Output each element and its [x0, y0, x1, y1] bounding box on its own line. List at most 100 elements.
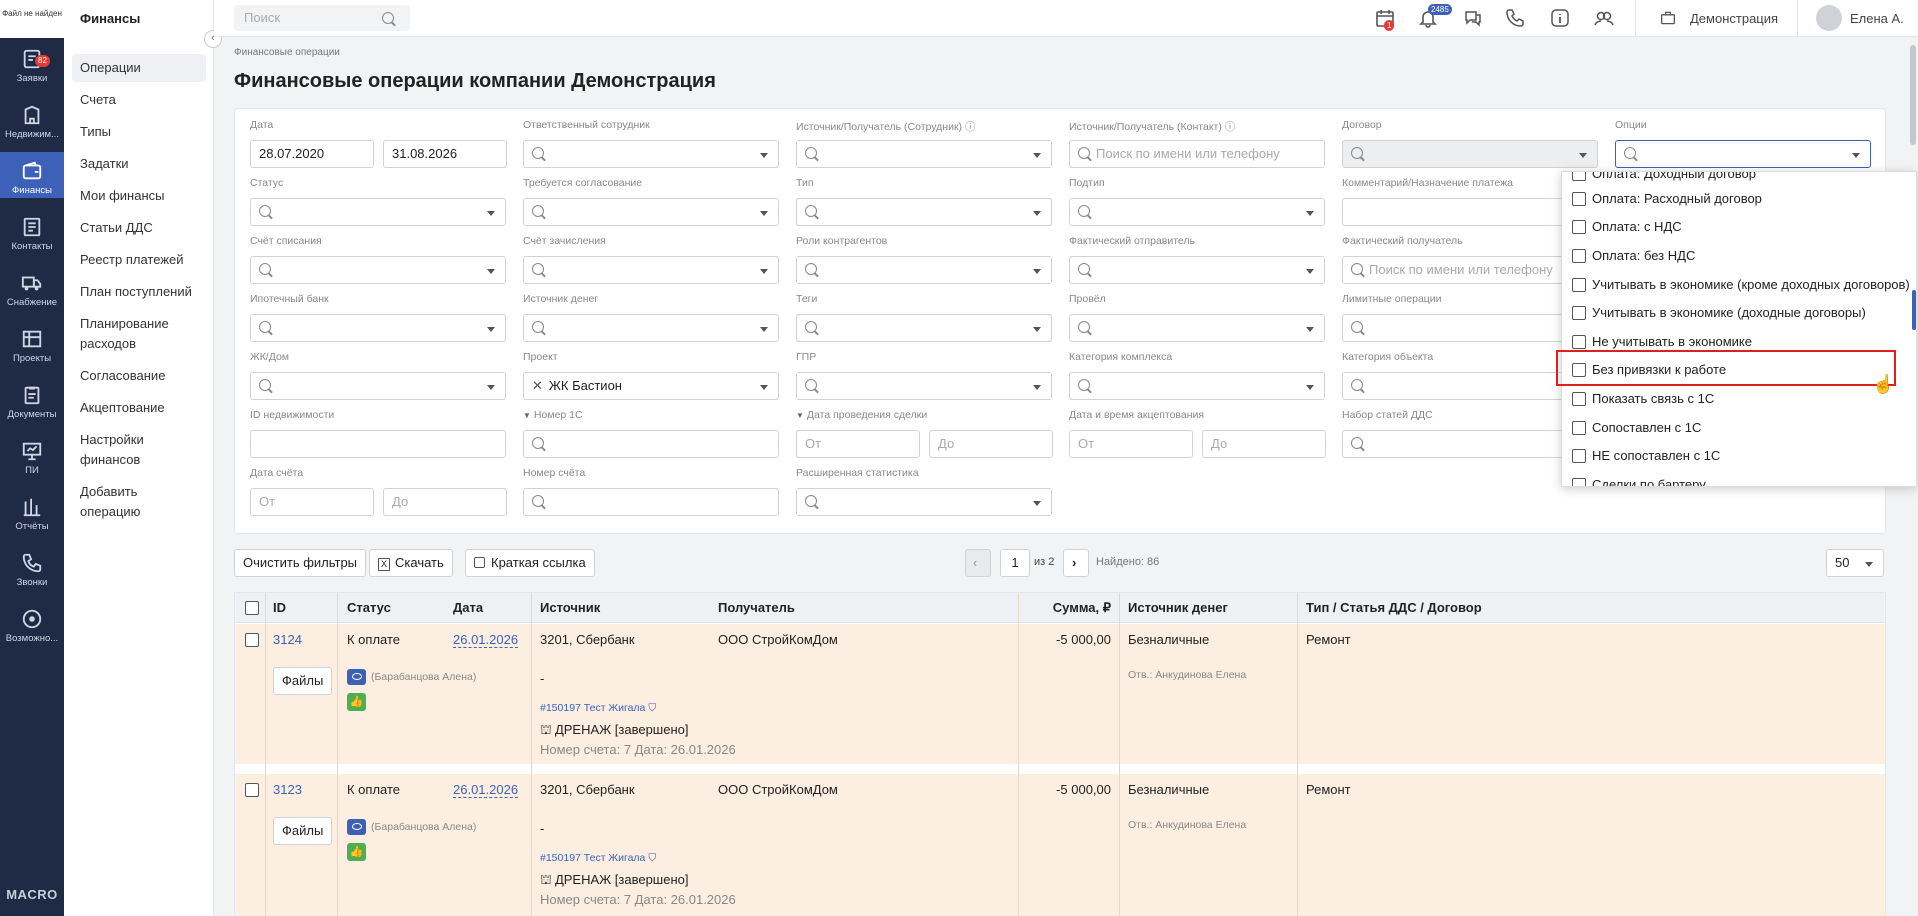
eye-icon[interactable] — [347, 669, 366, 685]
invoice-date-to[interactable]: До — [383, 488, 507, 516]
option-checkbox[interactable] — [1572, 249, 1586, 263]
filter-label[interactable]: ▼ Номер 1С — [523, 409, 583, 421]
actual-sender-select[interactable] — [1069, 256, 1325, 284]
files-button[interactable]: Файлы — [273, 817, 333, 845]
select-all-checkbox[interactable] — [245, 601, 259, 615]
extended-stats-select[interactable] — [796, 488, 1052, 516]
option-show-1c-link[interactable]: Показать связь с 1С — [1562, 385, 1916, 413]
approval-select[interactable] — [523, 198, 779, 226]
project-select[interactable]: ✕ ЖК Бастион — [523, 372, 779, 400]
page-size-select[interactable]: 50 — [1826, 549, 1884, 577]
gpr-select[interactable] — [796, 372, 1052, 400]
nav-finance[interactable]: Финансы — [0, 152, 64, 198]
deal-date-to[interactable]: До — [929, 430, 1053, 458]
invoice-number-input[interactable] — [523, 488, 779, 516]
company-switcher[interactable]: Демонстрация — [1690, 11, 1778, 26]
sidebar-item-finance-settings[interactable]: Настройки финансов — [72, 426, 206, 474]
option-checkbox[interactable] — [1572, 335, 1586, 349]
clear-icon[interactable]: ✕ — [532, 378, 543, 393]
money-source-select[interactable] — [523, 314, 779, 342]
nav-documents[interactable]: Документы — [0, 376, 64, 430]
date-link[interactable]: 26.01.2026 — [453, 782, 519, 798]
responsible-select[interactable] — [523, 140, 779, 168]
actual-receiver-input[interactable]: Поиск по имени или телефону — [1342, 256, 1598, 284]
option-checkbox[interactable] — [1572, 421, 1586, 435]
date-link[interactable]: 26.01.2026 — [453, 632, 519, 648]
info-icon[interactable] — [1550, 8, 1570, 28]
column-header-id[interactable]: ID — [273, 593, 286, 623]
download-button[interactable]: X Скачать — [369, 549, 453, 577]
option-barter[interactable]: Сделки по бартеру — [1562, 471, 1916, 486]
option-checkbox[interactable] — [1572, 392, 1586, 406]
option-with-vat[interactable]: Оплата: с НДС — [1562, 213, 1916, 241]
operation-id-link[interactable]: 3124 — [273, 632, 302, 647]
sidebar-item-payment-registry[interactable]: Реестр платежей — [72, 246, 206, 274]
column-header-recipient[interactable]: Получатель — [718, 593, 795, 623]
column-header-status[interactable]: Статус — [347, 593, 391, 623]
thumbs-up-icon[interactable]: 👍 — [347, 843, 366, 861]
page-input[interactable]: 1 — [1000, 549, 1030, 577]
posted-by-select[interactable] — [1069, 314, 1325, 342]
sidebar-item-operations[interactable]: Операции — [72, 54, 206, 82]
subtype-select[interactable] — [1069, 198, 1325, 226]
option-checkbox[interactable] — [1572, 220, 1586, 234]
date-to-field[interactable]: 31.08.2026 — [383, 140, 507, 168]
nav-projects[interactable]: Проекты — [0, 320, 64, 374]
work-link[interactable]: #150197 Тест Жигала ⛉ — [540, 702, 656, 715]
sidebar-item-expense-planning[interactable]: Планирование расходов — [72, 310, 206, 358]
accept-date-from[interactable]: От — [1069, 430, 1193, 458]
sidebar-item-approval[interactable]: Согласование — [72, 362, 206, 390]
option-expense-contract[interactable]: Оплата: Расходный договор — [1562, 185, 1916, 213]
row-checkbox[interactable] — [245, 783, 259, 797]
date-from-field[interactable]: 28.07.2020 — [250, 140, 374, 168]
complex-select[interactable] — [250, 372, 506, 400]
prev-page-button[interactable]: ‹ — [965, 549, 991, 577]
column-header-source[interactable]: Источник — [540, 593, 600, 623]
filter-label[interactable]: ▼ Дата проведения сделки — [796, 409, 927, 421]
option-checkbox[interactable] — [1572, 172, 1586, 181]
sidebar-item-add-operation[interactable]: Добавить операцию — [72, 478, 206, 526]
nav-realty[interactable]: Недвижим... — [0, 96, 64, 150]
breadcrumb[interactable]: Финансовые операции — [234, 47, 340, 58]
thumbs-up-icon[interactable]: 👍 — [347, 693, 366, 711]
page-scrollbar[interactable] — [1910, 45, 1916, 145]
invoice-date-from[interactable]: От — [250, 488, 374, 516]
sidebar-item-types[interactable]: Типы — [72, 118, 206, 146]
files-button[interactable]: Файлы — [273, 667, 333, 695]
complex-category-select[interactable] — [1069, 372, 1325, 400]
clear-filters-button[interactable]: Очистить фильтры — [234, 549, 367, 577]
deal-date-from[interactable]: От — [796, 430, 920, 458]
counterparty-roles-select[interactable] — [796, 256, 1052, 284]
nav-calls[interactable]: Звонки — [0, 544, 64, 598]
dropdown-scrollbar[interactable] — [1912, 290, 1916, 330]
nav-pi[interactable]: ПИ — [0, 432, 64, 486]
nav-contacts[interactable]: Контакты — [0, 208, 64, 262]
dds-set-select[interactable] — [1342, 430, 1598, 458]
source-employee-select[interactable] — [796, 140, 1052, 168]
number-1c-input[interactable] — [523, 430, 779, 458]
status-select[interactable] — [250, 198, 506, 226]
sidebar-item-dds[interactable]: Статьи ДДС — [72, 214, 206, 242]
limit-ops-select[interactable] — [1342, 314, 1598, 342]
option-economy-except-income[interactable]: Учитывать в экономике (кроме доходных до… — [1562, 271, 1916, 299]
sidebar-item-accounts[interactable]: Счета — [72, 86, 206, 114]
global-search-input[interactable]: Поиск — [234, 5, 410, 31]
operation-id-link[interactable]: 3123 — [273, 782, 302, 797]
short-link-button[interactable]: Краткая ссылка — [465, 549, 595, 577]
sidebar-item-acceptance[interactable]: Акцептование — [72, 394, 206, 422]
option-checkbox[interactable] — [1572, 192, 1586, 206]
tags-select[interactable] — [796, 314, 1052, 342]
column-header-date[interactable]: Дата — [453, 593, 483, 623]
source-contact-input[interactable]: Поиск по имени или телефону — [1069, 140, 1325, 168]
info-icon[interactable]: ⓘ — [965, 121, 976, 133]
chat-icon[interactable] — [1463, 8, 1483, 28]
type-select[interactable] — [796, 198, 1052, 226]
option-economy-income[interactable]: Учитывать в экономике (доходные договоры… — [1562, 299, 1916, 327]
column-header-money-source[interactable]: Источник денег — [1128, 593, 1228, 623]
sidebar-item-my-finance[interactable]: Мои финансы — [72, 182, 206, 210]
sidebar-item-income-plan[interactable]: План поступлений — [72, 278, 206, 306]
column-header-type[interactable]: Тип / Статья ДДС / Договор — [1306, 593, 1482, 623]
column-header-amount[interactable]: Сумма, ₽ — [1015, 593, 1111, 623]
user-name[interactable]: Елена А. — [1850, 11, 1904, 26]
nav-reports[interactable]: Отчёты — [0, 488, 64, 542]
